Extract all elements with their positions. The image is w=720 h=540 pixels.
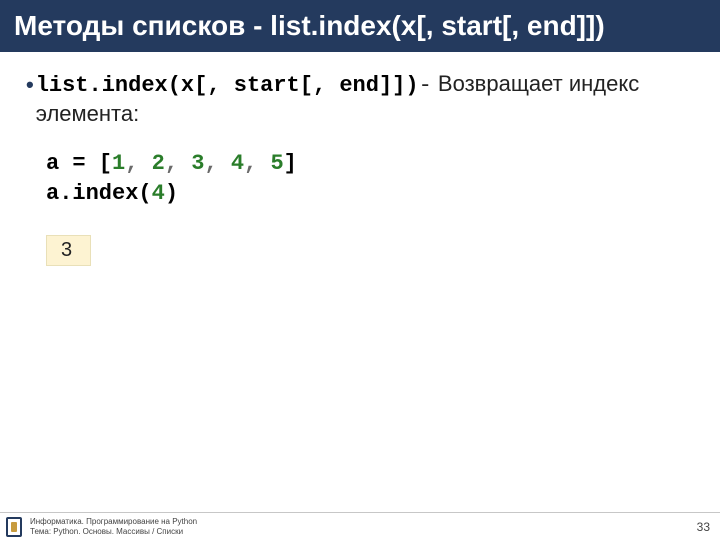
bullet-marker: •	[26, 71, 34, 99]
output-value: 3	[61, 239, 72, 261]
footer-line-1: Информатика. Программирование на Python	[30, 517, 697, 527]
code-example: a = [1, 2, 3, 4, 5] a.index(4)	[46, 149, 694, 208]
code-line-1: a = [1, 2, 3, 4, 5]	[46, 149, 694, 179]
book-icon	[6, 517, 22, 537]
code-line-2: a.index(4)	[46, 179, 694, 209]
slide-content: • list.index(x[, start[, end]])- Возвращ…	[0, 52, 720, 265]
title-text: Методы списков - list.index(x[, start[, …	[14, 10, 605, 41]
slide-title: Методы списков - list.index(x[, start[, …	[0, 0, 720, 52]
slide-footer: Информатика. Программирование на Python …	[0, 512, 720, 540]
output-box: 3	[46, 235, 91, 266]
page-number: 33	[697, 520, 710, 534]
footer-text: Информатика. Программирование на Python …	[30, 517, 697, 536]
dash: -	[419, 73, 432, 98]
bullet-text: list.index(x[, start[, end]])- Возвращае…	[36, 70, 694, 127]
footer-line-2: Тема: Python. Основы. Массивы / Списки	[30, 527, 697, 537]
bullet-item: • list.index(x[, start[, end]])- Возвращ…	[26, 70, 694, 127]
method-signature: list.index(x[, start[, end]])	[36, 73, 419, 98]
